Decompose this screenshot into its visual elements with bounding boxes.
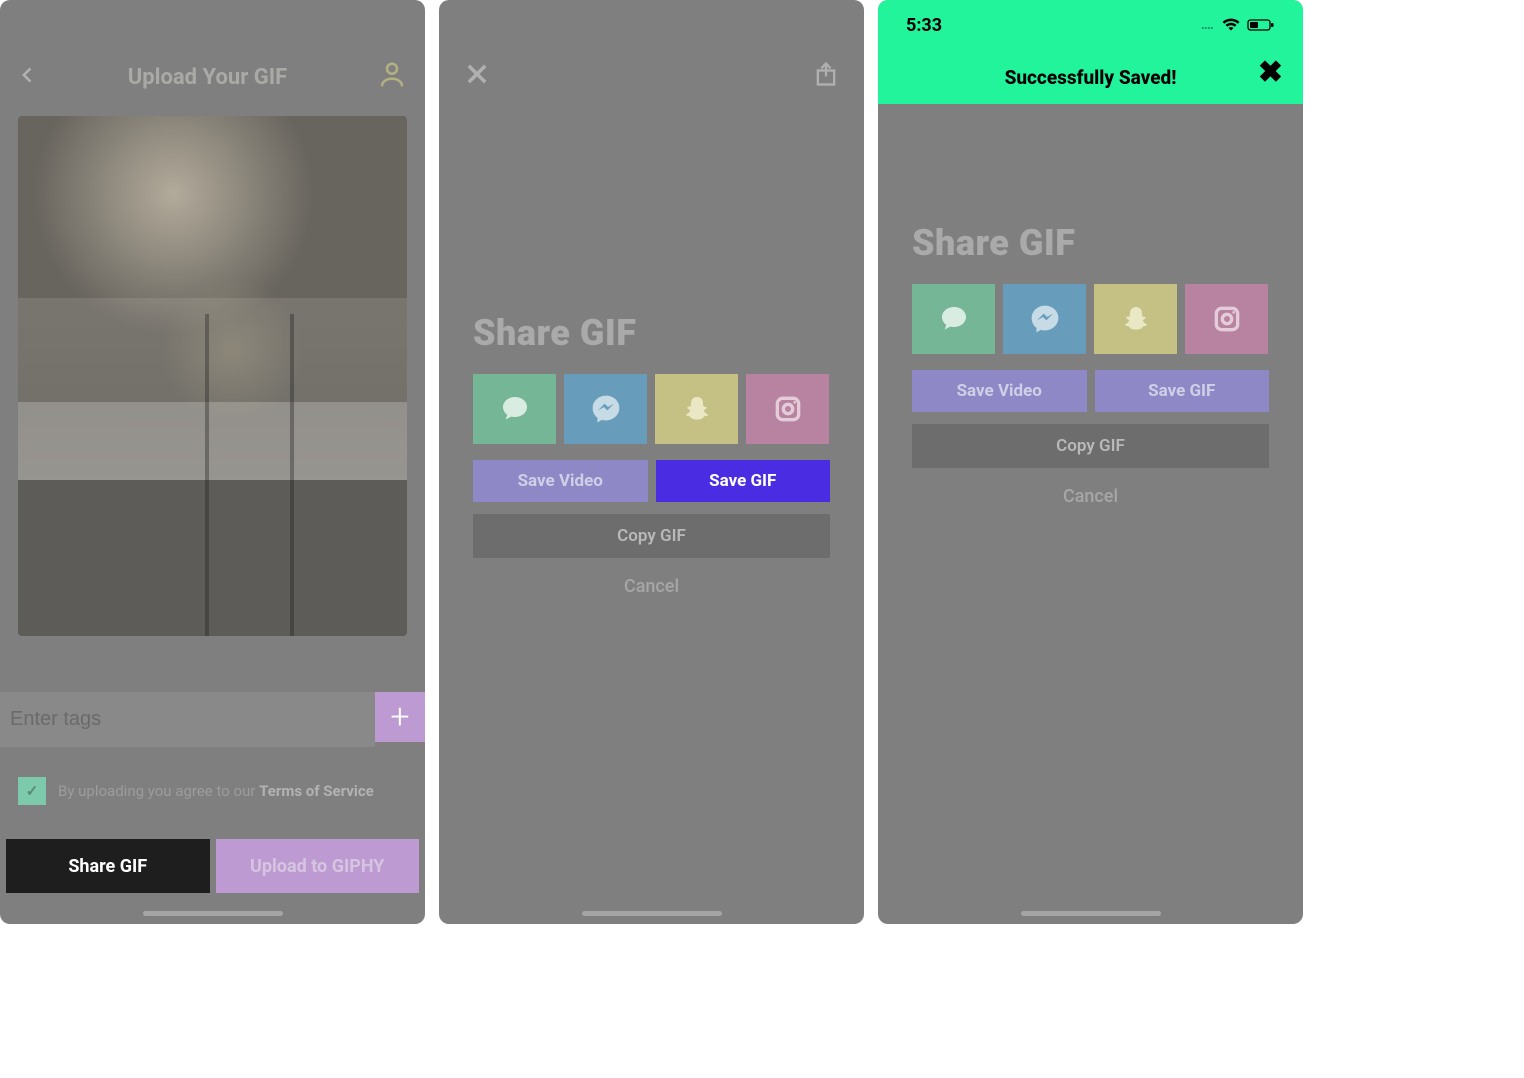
- terms-row: ✓ By uploading you agree to our Terms of…: [0, 747, 425, 805]
- home-indicator: [143, 911, 283, 916]
- share-messenger[interactable]: [564, 374, 647, 444]
- share-panel: Share GIF Save Video Save GIF C: [439, 312, 864, 597]
- banner-close-icon[interactable]: ✖: [1258, 58, 1283, 88]
- share-messages[interactable]: [473, 374, 556, 444]
- save-row: Save Video Save GIF: [912, 370, 1269, 412]
- wifi-icon: [1221, 18, 1241, 32]
- save-video-button[interactable]: Save Video: [912, 370, 1087, 412]
- copy-gif-button[interactable]: Copy GIF: [912, 424, 1269, 468]
- share-title: Share GIF: [473, 312, 830, 354]
- home-indicator: [1021, 911, 1161, 916]
- battery-icon: [1247, 18, 1275, 32]
- gif-preview: [18, 116, 407, 636]
- upload-to-giphy-button[interactable]: Upload to GIPHY: [216, 839, 420, 893]
- share-system-icon[interactable]: [812, 60, 840, 92]
- success-banner: Successfully Saved! ✖: [878, 50, 1303, 104]
- terms-checkbox[interactable]: ✓: [18, 777, 46, 805]
- cellular-dots-icon: ....: [1201, 17, 1213, 33]
- share-targets: [473, 374, 830, 444]
- back-icon[interactable]: [18, 60, 38, 94]
- cancel-button[interactable]: Cancel: [473, 576, 830, 597]
- share-gif-button[interactable]: Share GIF: [6, 839, 210, 893]
- share-instagram[interactable]: [746, 374, 829, 444]
- screen-share: Share GIF Save Video Save GIF C: [439, 0, 864, 924]
- save-video-button[interactable]: Save Video: [473, 460, 648, 502]
- check-icon: ✓: [26, 782, 39, 800]
- tags-input[interactable]: [0, 692, 375, 747]
- save-gif-button[interactable]: Save GIF: [1095, 370, 1270, 412]
- save-row: Save Video Save GIF: [473, 460, 830, 502]
- close-icon[interactable]: [463, 60, 491, 92]
- banner-text: Successfully Saved!: [1005, 66, 1177, 89]
- terms-pre: By uploading you agree to our: [58, 782, 259, 800]
- share-messages[interactable]: [912, 284, 995, 354]
- share-title: Share GIF: [912, 222, 1269, 264]
- terms-link[interactable]: Terms of Service: [259, 782, 374, 800]
- share-messenger[interactable]: [1003, 284, 1086, 354]
- share-snapchat[interactable]: [655, 374, 738, 444]
- header: Upload Your GIF: [0, 0, 425, 106]
- copy-gif-button[interactable]: Copy GIF: [473, 514, 830, 558]
- status-time: 5:33: [906, 15, 942, 36]
- share-snapchat[interactable]: [1094, 284, 1177, 354]
- share-instagram[interactable]: [1185, 284, 1268, 354]
- share-header: [439, 0, 864, 92]
- share-panel: Share GIF Save Video Save GIF C: [878, 222, 1303, 507]
- status-bar: 5:33 ....: [878, 0, 1303, 50]
- page-title: Upload Your GIF: [128, 65, 287, 90]
- status-icons: ....: [1201, 17, 1275, 33]
- save-gif-button[interactable]: Save GIF: [656, 460, 831, 502]
- add-tag-button[interactable]: +: [375, 692, 425, 742]
- screen-saved: 5:33 .... Successfully Saved! ✖ Share GI…: [878, 0, 1303, 924]
- tags-row: +: [0, 692, 425, 747]
- cancel-button[interactable]: Cancel: [912, 486, 1269, 507]
- share-targets: [912, 284, 1269, 354]
- screen-upload: Upload Your GIF + ✓ By uploading you agr…: [0, 0, 425, 924]
- plus-icon: +: [390, 697, 409, 737]
- terms-text: By uploading you agree to our Terms of S…: [58, 782, 374, 800]
- bottom-actions: Share GIF Upload to GIPHY: [0, 839, 425, 893]
- home-indicator: [582, 911, 722, 916]
- profile-icon[interactable]: [377, 60, 407, 94]
